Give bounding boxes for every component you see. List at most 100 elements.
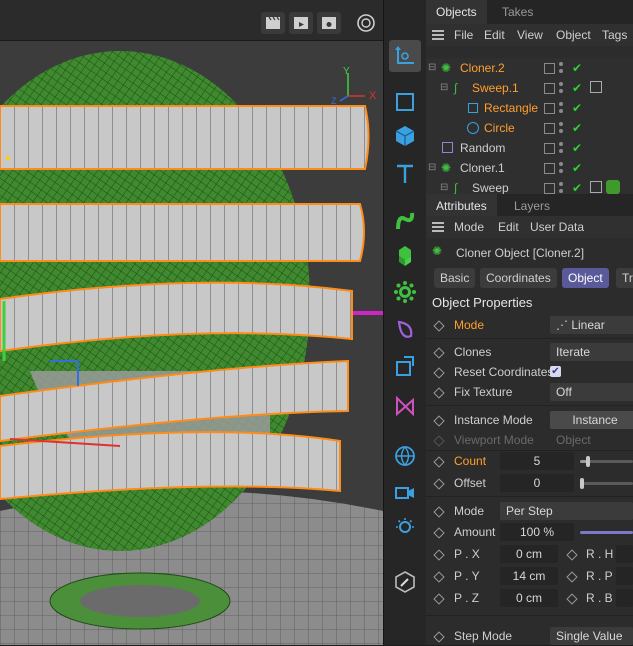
keyframe-diamond-icon[interactable] [433,631,445,643]
material-swatch-icon[interactable] [606,180,620,194]
hamburger-menu-icon[interactable] [432,30,444,40]
keyframe-diamond-icon[interactable] [566,549,578,561]
px-input[interactable]: 0 cm [500,545,558,563]
render-play-icon[interactable] [289,12,313,34]
amount-slider[interactable] [580,531,633,534]
collapse-icon[interactable]: ⊟ [428,158,436,178]
tab-layers[interactable]: Layers [504,194,560,218]
editor-visibility-icon[interactable] [544,123,555,134]
enabled-check-icon[interactable]: ✔ [572,142,582,154]
render-settings-icon[interactable] [317,12,341,34]
editor-visibility-icon[interactable] [544,143,555,154]
keyframe-diamond-icon[interactable] [433,506,445,518]
keyframe-diamond-icon[interactable] [433,593,445,605]
cube-object-icon[interactable] [389,120,421,152]
keyframe-diamond-icon[interactable] [566,571,578,583]
visibility-dots-icon[interactable] [559,141,563,155]
count-slider[interactable] [580,456,633,467]
rh-input[interactable] [616,545,633,563]
plane-object-icon[interactable] [389,86,421,118]
editor-visibility-icon[interactable] [544,183,555,194]
step-mode-select[interactable]: Per Step [500,502,633,520]
text-object-icon[interactable] [389,158,421,190]
spline-mask-icon[interactable] [389,390,421,422]
mode-select[interactable]: ⋰ Linear [550,316,633,334]
slider-knob[interactable] [580,478,584,489]
visibility-dots-icon[interactable] [559,181,563,194]
collapse-icon[interactable]: ⊟ [440,78,448,98]
visibility-dots-icon[interactable] [559,121,563,135]
count-input[interactable]: 5 [500,452,574,470]
keyframe-diamond-icon[interactable] [433,387,445,399]
material-tag-icon[interactable] [590,81,602,93]
py-input[interactable]: 14 cm [500,567,558,585]
clones-select[interactable]: Iterate [550,343,633,361]
tab-takes[interactable]: Takes [492,0,543,24]
editor-visibility-icon[interactable] [544,163,555,174]
reset-coords-checkbox[interactable]: ✔ [550,366,561,377]
scene-globe-icon[interactable] [389,440,421,472]
enabled-check-icon[interactable]: ✔ [572,62,582,74]
keyframe-diamond-icon[interactable] [566,593,578,605]
3d-viewport[interactable]: ✋ ✥ ⟳ ▣ [0,0,383,645]
keyframe-diamond-icon[interactable] [433,347,445,359]
generator-sweep-icon[interactable] [389,205,421,237]
fix-texture-select[interactable]: Off [550,383,633,401]
keyframe-diamond-icon[interactable] [433,549,445,561]
visibility-dots-icon[interactable] [559,161,563,175]
enabled-check-icon[interactable]: ✔ [572,162,582,174]
tab-object[interactable]: Object [562,268,609,288]
list-item[interactable]: Circle ✔ [426,118,633,138]
scene-render[interactable]: Y X Z [0,41,383,645]
deformer-icon[interactable] [389,314,421,346]
visibility-dots-icon[interactable] [559,81,563,95]
slider-knob[interactable] [585,456,590,467]
hamburger-menu-icon[interactable] [432,222,444,232]
enabled-check-icon[interactable]: ✔ [572,102,582,114]
rp-input[interactable] [616,567,633,585]
list-item[interactable]: ⊟ ∫ Sweep ✔ [426,178,633,194]
tab-objects[interactable]: Objects [426,0,487,24]
keyframe-diamond-icon[interactable] [433,367,445,379]
collapse-icon[interactable]: ⊟ [428,58,436,78]
menu-user-data[interactable]: User Data [530,216,584,238]
keyframe-diamond-icon[interactable] [433,456,445,468]
camera-object-icon[interactable] [389,476,421,508]
keyframe-diamond-icon[interactable] [433,320,445,332]
list-item[interactable]: ⊟ ✺ Cloner.1 ✔ [426,158,633,178]
edit-pencil-icon[interactable] [389,566,421,598]
material-tag-icon[interactable] [590,181,602,193]
enabled-check-icon[interactable]: ✔ [572,182,582,194]
editor-visibility-icon[interactable] [544,103,555,114]
coordinate-system-icon[interactable] [389,40,421,72]
menu-edit[interactable]: Edit [498,216,519,238]
tab-transform[interactable]: Tr [616,268,633,288]
list-item[interactable]: Random ✔ [426,138,633,158]
keyframe-diamond-icon[interactable] [433,478,445,490]
list-item[interactable]: ⊟ ✺ Cloner.2 ✔ [426,58,633,78]
keyframe-diamond-icon[interactable] [433,415,445,427]
list-item[interactable]: ⊟ ∫ Sweep.1 ✔ [426,78,633,98]
amount-input[interactable]: 100 % [500,523,574,541]
tab-attributes[interactable]: Attributes [426,194,497,218]
step-mode2-select[interactable]: Single Value [550,627,633,645]
menu-file[interactable]: File [454,24,473,46]
rb-input[interactable] [616,589,633,607]
light-object-icon[interactable] [389,512,421,544]
menu-tags[interactable]: Tags [602,24,627,46]
menu-view[interactable]: View [517,24,543,46]
pz-input[interactable]: 0 cm [500,589,558,607]
visibility-dots-icon[interactable] [559,101,563,115]
editor-visibility-icon[interactable] [544,83,555,94]
enabled-check-icon[interactable]: ✔ [572,122,582,134]
keyframe-diamond-icon[interactable] [433,571,445,583]
tab-basic[interactable]: Basic [434,268,476,288]
menu-edit[interactable]: Edit [484,24,505,46]
enabled-check-icon[interactable]: ✔ [572,82,582,94]
cloner-tool-icon[interactable] [389,276,421,308]
keyframe-diamond-icon[interactable] [433,527,445,539]
menu-mode[interactable]: Mode [454,216,484,238]
field-object-icon[interactable] [389,350,421,382]
editor-visibility-icon[interactable] [544,63,555,74]
tab-coordinates[interactable]: Coordinates [480,268,557,288]
